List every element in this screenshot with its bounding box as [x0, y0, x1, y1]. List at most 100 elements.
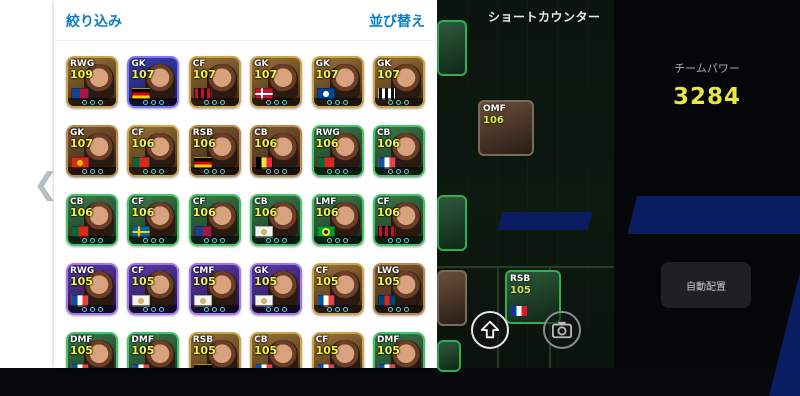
skill-dots	[190, 98, 239, 106]
camera-button[interactable]	[543, 311, 581, 349]
team-flag-icon	[377, 364, 396, 368]
dot-icon	[343, 99, 349, 105]
lineup-player-card[interactable]: OMF 106	[478, 100, 534, 156]
dot-icon	[158, 168, 164, 174]
skill-dots	[374, 305, 423, 313]
dot-icon	[220, 168, 226, 174]
player-rating: 105	[376, 275, 400, 288]
player-card[interactable]: RWG 106	[311, 125, 364, 177]
player-card[interactable]: CB 106	[250, 194, 303, 246]
panel-header: 絞り込み 並び替え	[54, 0, 437, 41]
player-card[interactable]: GK 107	[66, 125, 118, 177]
player-card[interactable]: CMF 105	[188, 263, 241, 315]
dot-icon	[273, 237, 279, 243]
player-card[interactable]: CF 105	[127, 263, 180, 315]
skill-dots	[68, 98, 116, 106]
player-card[interactable]: LWG 105	[372, 263, 425, 315]
skill-dots	[374, 98, 423, 106]
team-flag-icon	[193, 364, 212, 368]
player-card[interactable]: GK 107	[250, 56, 303, 108]
player-card[interactable]: RSB 105	[188, 332, 241, 368]
player-card[interactable]: DMF 105	[127, 332, 180, 368]
dot-icon	[81, 237, 87, 243]
player-card[interactable]: GK 107	[311, 56, 364, 108]
player-card[interactable]: RWG 109	[66, 56, 118, 108]
dot-icon	[273, 99, 279, 105]
dot-icon	[388, 306, 394, 312]
player-rating: 107	[131, 68, 155, 81]
skill-dots	[190, 305, 239, 313]
dot-icon	[396, 237, 402, 243]
player-card[interactable]: GK 105	[250, 263, 303, 315]
dot-icon	[158, 99, 164, 105]
dot-icon	[150, 237, 156, 243]
skill-dots	[129, 98, 178, 106]
dot-icon	[273, 168, 279, 174]
player-card[interactable]: CB 105	[250, 332, 303, 368]
player-card[interactable]: CB 106	[372, 125, 425, 177]
dot-icon	[343, 168, 349, 174]
dot-icon	[89, 168, 95, 174]
dot-icon	[204, 306, 210, 312]
sort-button[interactable]: 並び替え	[369, 11, 425, 31]
player-card[interactable]: CF 106	[188, 194, 241, 246]
player-card[interactable]: CF 105	[311, 332, 364, 368]
player-rating: 105	[131, 275, 155, 288]
dot-icon	[335, 306, 341, 312]
player-card[interactable]: DMF 105	[372, 332, 425, 368]
camera-icon	[552, 321, 572, 339]
player-rating: 107	[254, 68, 278, 81]
filter-button[interactable]: 絞り込み	[66, 11, 122, 31]
player-rating: 106	[131, 206, 155, 219]
player-card[interactable]: CF 106	[372, 194, 425, 246]
player-card[interactable]: CB 106	[66, 194, 118, 246]
formation-name[interactable]: ショートカウンター	[488, 8, 601, 25]
player-card[interactable]: GK 107	[372, 56, 425, 108]
dot-icon	[150, 306, 156, 312]
skill-dots	[129, 305, 178, 313]
dot-icon	[97, 237, 103, 243]
player-rating: 106	[315, 206, 339, 219]
upload-button[interactable]	[471, 311, 509, 349]
team-flag-icon	[71, 364, 89, 368]
dot-icon	[158, 237, 164, 243]
dot-icon	[89, 99, 95, 105]
nation-flag-icon	[511, 306, 527, 316]
lineup-player-card[interactable]	[437, 340, 461, 372]
player-card[interactable]: RSB 106	[188, 125, 241, 177]
lineup-player-card[interactable]	[437, 20, 467, 76]
player-card[interactable]: LMF 106	[311, 194, 364, 246]
player-card[interactable]: CF 106	[127, 125, 180, 177]
player-card[interactable]: CF 105	[311, 263, 364, 315]
skill-dots	[313, 305, 362, 313]
player-card[interactable]: CF 106	[127, 194, 180, 246]
player-card[interactable]: CB 106	[250, 125, 303, 177]
lineup-player-card[interactable]	[437, 195, 467, 251]
auto-assign-button[interactable]: 自動配置	[661, 262, 751, 308]
player-selection-panel: 絞り込み 並び替え RWG 109 GK 107 CF 107 GK 107 GK 107 GK 10…	[54, 0, 437, 368]
lineup-player-card[interactable]	[437, 270, 467, 326]
dot-icon	[89, 237, 95, 243]
player-card[interactable]: CF 107	[188, 56, 241, 108]
team-flag-icon	[255, 364, 274, 368]
dot-icon	[335, 99, 341, 105]
dot-icon	[220, 306, 226, 312]
player-rating: 106	[315, 137, 339, 150]
dot-icon	[220, 237, 226, 243]
player-rating: 106	[192, 206, 216, 219]
player-card[interactable]: RWG 105	[66, 263, 118, 315]
skill-dots	[313, 167, 362, 175]
player-rating: 106	[483, 115, 504, 126]
skill-dots	[129, 236, 178, 244]
dot-icon	[327, 306, 333, 312]
team-flag-icon	[316, 364, 335, 368]
player-card[interactable]: DMF 105	[66, 332, 118, 368]
skill-dots	[190, 236, 239, 244]
player-card[interactable]: GK 107	[127, 56, 180, 108]
skill-dots	[313, 236, 362, 244]
dot-icon	[158, 306, 164, 312]
skill-dots	[313, 98, 362, 106]
dot-icon	[273, 306, 279, 312]
dot-icon	[81, 99, 87, 105]
dot-icon	[404, 306, 410, 312]
